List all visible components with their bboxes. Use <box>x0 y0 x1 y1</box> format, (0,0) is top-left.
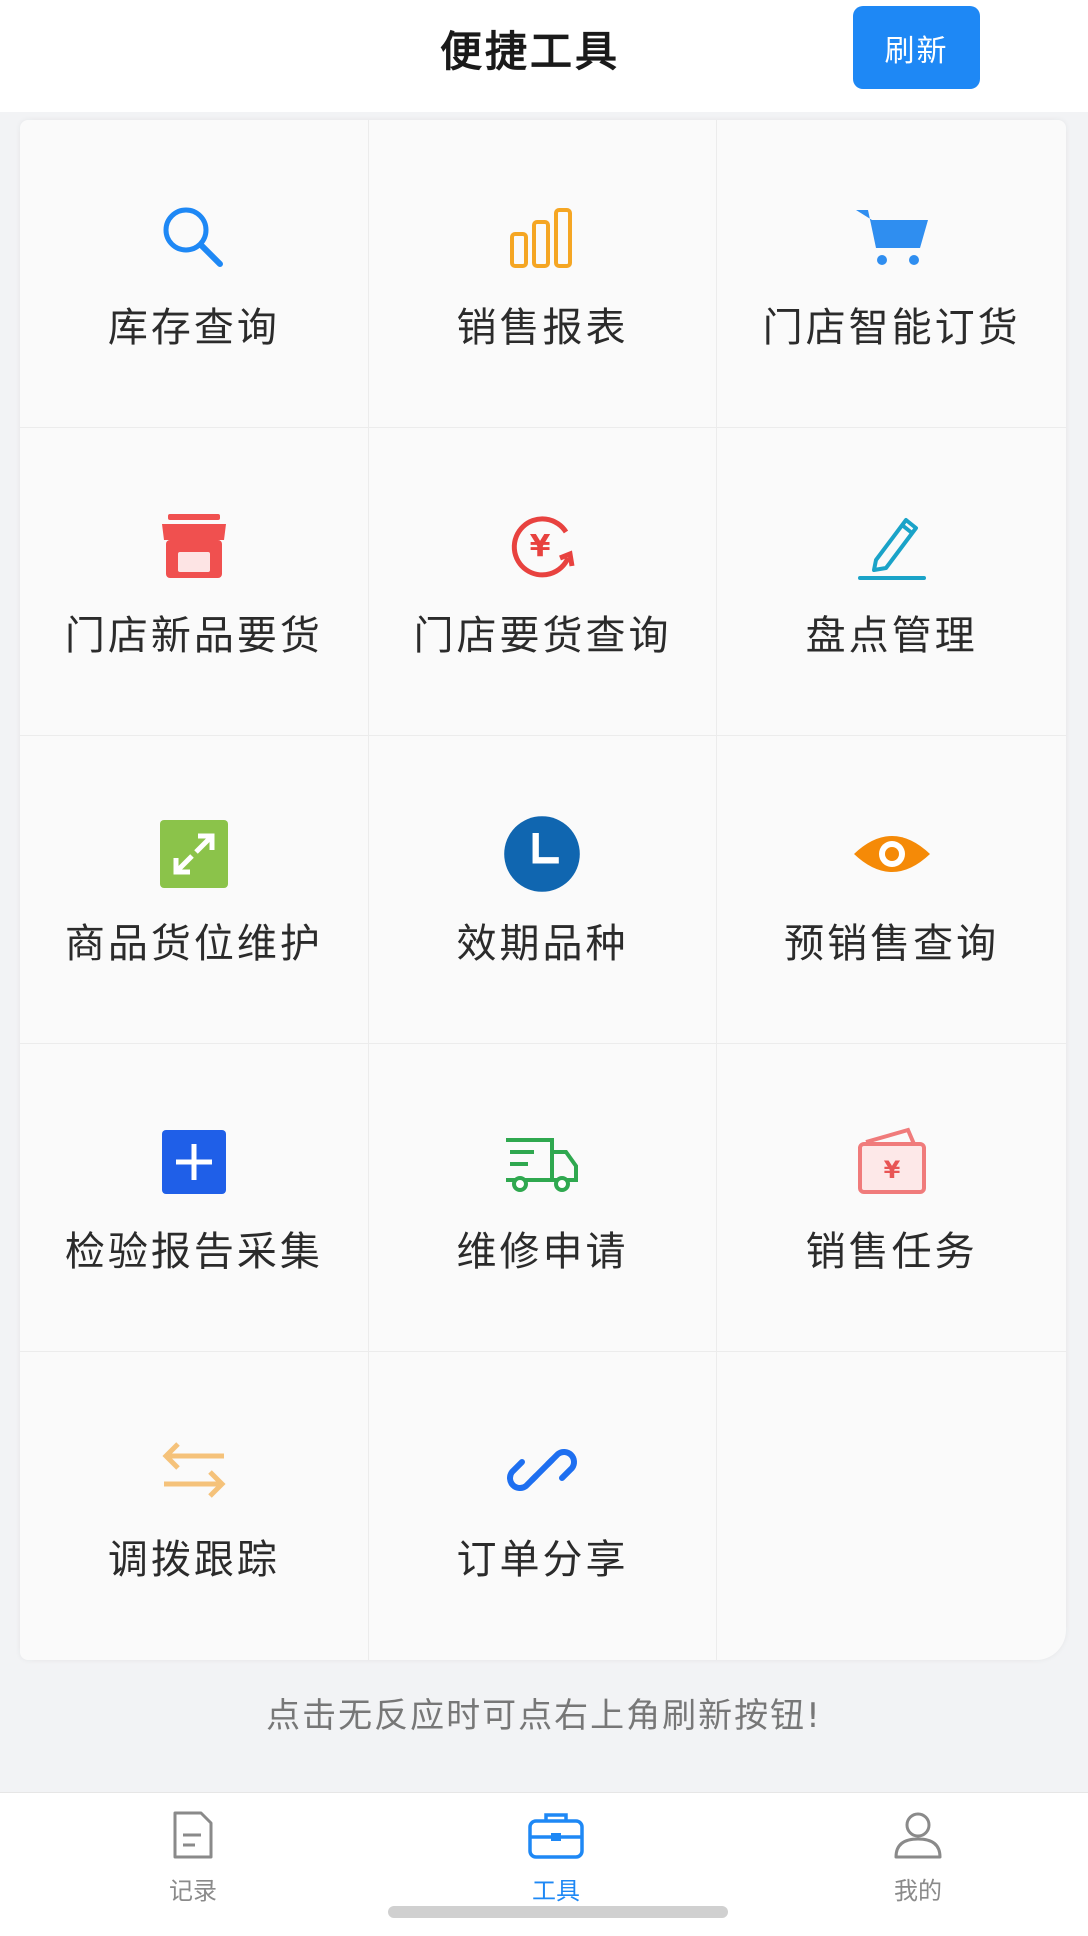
tab-label: 记录 <box>169 1877 217 1905</box>
tool-label: 预销售查询 <box>784 920 1000 967</box>
tab-label: 我的 <box>894 1877 942 1905</box>
tool-label: 盘点管理 <box>805 612 978 659</box>
wallet-icon: ¥ <box>849 1119 935 1205</box>
tool-label: 调拨跟踪 <box>107 1537 280 1583</box>
home-indicator <box>388 1906 728 1918</box>
bar-chart-icon <box>499 195 585 281</box>
tool-label: 门店要货查询 <box>413 612 672 659</box>
tool-order-share[interactable]: 订单分享 <box>369 1352 718 1660</box>
tool-presale-query[interactable]: 预销售查询 <box>717 736 1066 1044</box>
pencil-icon <box>849 503 935 589</box>
truck-icon <box>499 1119 585 1205</box>
tool-label: 商品货位维护 <box>64 920 323 967</box>
tool-label: 销售任务 <box>805 1228 978 1275</box>
tool-location-maintenance[interactable]: 商品货位维护 <box>20 736 369 1044</box>
tools-grid: 库存查询 销售报表 门店智能订货 门店新品要货 ¥ 门店要货查询 盘点管理 商品… <box>20 120 1066 1660</box>
tab-records[interactable]: 记录 <box>93 1807 293 1906</box>
tool-repair-request[interactable]: 维修申请 <box>368 1044 718 1352</box>
tool-label: 检验报告采集 <box>64 1228 323 1275</box>
yen-refresh-icon: ¥ <box>499 503 585 589</box>
refresh-button[interactable]: 刷新 <box>853 6 980 89</box>
cart-icon <box>849 195 935 281</box>
link-icon <box>499 1427 585 1513</box>
empty-cell <box>717 1352 1066 1660</box>
tool-stocktake[interactable]: 盘点管理 <box>717 428 1066 736</box>
tab-tools[interactable]: 工具 <box>456 1807 656 1906</box>
expand-icon <box>151 811 237 897</box>
search-icon <box>151 195 237 281</box>
tool-sales-task[interactable]: ¥ 销售任务 <box>717 1044 1066 1352</box>
clock-icon <box>499 811 585 897</box>
person-icon <box>890 1807 946 1867</box>
transfer-arrows-icon <box>151 1427 237 1513</box>
eye-icon <box>849 811 935 897</box>
refresh-hint: 点击无反应时可点右上角刷新按钮! <box>266 1696 822 1736</box>
tool-transfer-tracking[interactable]: 调拨跟踪 <box>20 1352 369 1660</box>
tool-label: 维修申请 <box>456 1228 629 1275</box>
tab-label: 工具 <box>532 1877 580 1905</box>
tool-label: 订单分享 <box>456 1537 629 1583</box>
document-icon <box>165 1807 221 1867</box>
plus-square-icon <box>151 1119 237 1205</box>
tool-label: 效期品种 <box>456 920 629 967</box>
tool-inspection-report[interactable]: 检验报告采集 <box>20 1044 369 1352</box>
tool-label: 库存查询 <box>107 304 280 351</box>
tool-expiry-items[interactable]: 效期品种 <box>368 736 718 1044</box>
tool-label: 门店智能订货 <box>762 304 1021 351</box>
tool-label: 门店新品要货 <box>64 612 323 659</box>
tool-label: 销售报表 <box>456 304 629 351</box>
header: 便捷工具 刷新 <box>0 0 1088 112</box>
toolbox-icon <box>526 1807 586 1867</box>
tool-sales-report[interactable]: 销售报表 <box>368 120 718 428</box>
tab-profile[interactable]: 我的 <box>818 1807 1018 1906</box>
tool-inventory-query[interactable]: 库存查询 <box>20 120 369 428</box>
tool-smart-ordering[interactable]: 门店智能订货 <box>717 120 1066 428</box>
store-icon <box>151 503 237 589</box>
tool-new-product-request[interactable]: 门店新品要货 <box>20 428 369 736</box>
svg-text:¥: ¥ <box>883 1156 900 1184</box>
svg-text:¥: ¥ <box>530 529 551 564</box>
tool-request-query[interactable]: ¥ 门店要货查询 <box>368 428 718 736</box>
